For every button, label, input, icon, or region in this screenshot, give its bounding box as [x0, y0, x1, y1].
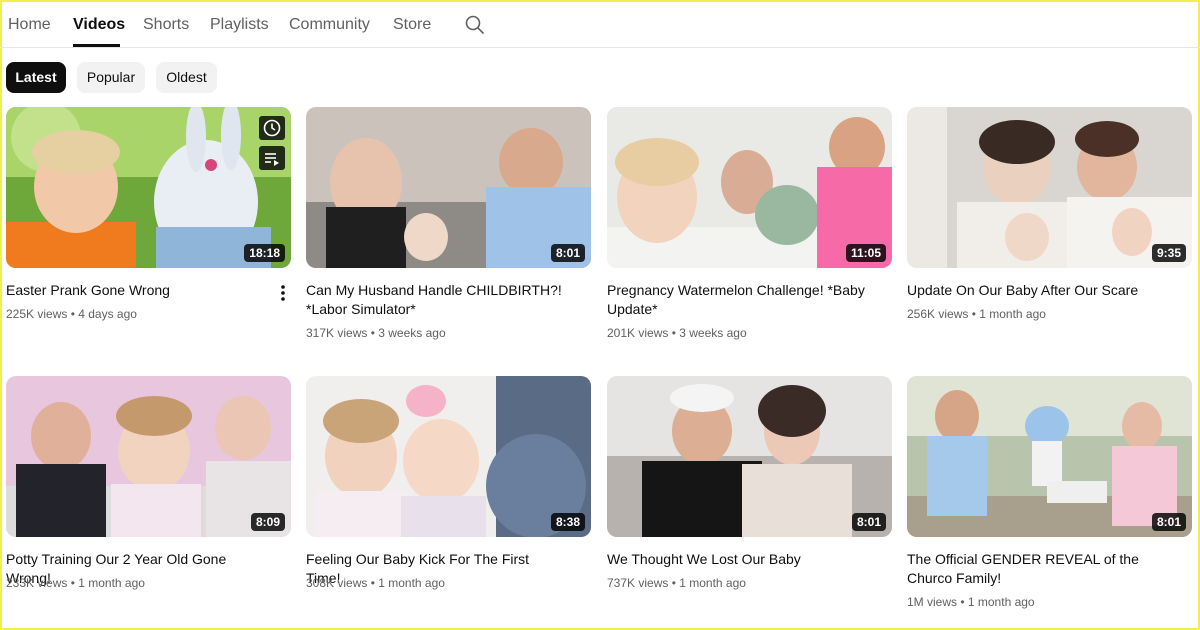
- tab-home[interactable]: Home: [8, 15, 51, 35]
- thumbnail-image: [306, 376, 591, 537]
- video-thumbnail[interactable]: 8:38: [306, 376, 591, 537]
- video-duration: 8:01: [1151, 513, 1186, 531]
- video-thumbnail[interactable]: 8:01: [907, 376, 1192, 537]
- video-duration: 9:35: [1151, 244, 1186, 262]
- queue-icon: [265, 153, 279, 166]
- thumbnail-image: [907, 107, 1192, 268]
- clock-icon: [263, 119, 281, 137]
- video-card[interactable]: 8:09 Potty Training Our 2 Year Old Gone …: [6, 376, 291, 590]
- video-card[interactable]: 18:18 Easter Prank Gone Wrong 225K views…: [6, 107, 291, 321]
- video-title[interactable]: We Thought We Lost Our Baby: [607, 550, 865, 569]
- tab-store[interactable]: Store: [393, 15, 431, 35]
- video-meta: 233K views • 1 month ago: [6, 576, 145, 590]
- video-card[interactable]: 8:01 The Official GENDER REVEAL of the C…: [907, 376, 1192, 609]
- watch-later-button[interactable]: [259, 116, 285, 140]
- video-thumbnail[interactable]: 8:09: [6, 376, 291, 537]
- video-title[interactable]: Can My Husband Handle CHILDBIRTH?! *Labo…: [306, 281, 564, 319]
- video-title[interactable]: Easter Prank Gone Wrong: [6, 281, 264, 300]
- video-meta: 225K views • 4 days ago: [6, 307, 137, 321]
- chip-popular[interactable]: Popular: [77, 62, 145, 93]
- more-vert-icon: [281, 285, 285, 301]
- add-to-queue-button[interactable]: [259, 146, 285, 170]
- video-thumbnail[interactable]: 11:05: [607, 107, 892, 268]
- more-actions-button[interactable]: [276, 283, 290, 303]
- video-thumbnail[interactable]: 8:01: [607, 376, 892, 537]
- video-thumbnail[interactable]: 8:01: [306, 107, 591, 268]
- video-title[interactable]: Update On Our Baby After Our Scare: [907, 281, 1165, 300]
- video-duration: 18:18: [244, 244, 285, 262]
- tab-shorts[interactable]: Shorts: [143, 15, 189, 35]
- video-duration: 8:01: [550, 244, 585, 262]
- video-title[interactable]: Pregnancy Watermelon Challenge! *Baby Up…: [607, 281, 865, 319]
- thumbnail-image: [607, 376, 892, 537]
- search-button[interactable]: [464, 14, 486, 36]
- video-meta: 256K views • 1 month ago: [907, 307, 1046, 321]
- video-duration: 8:09: [250, 513, 285, 531]
- search-icon: [465, 15, 485, 35]
- tab-community[interactable]: Community: [289, 15, 370, 35]
- channel-tabs: Home Videos Shorts Playlists Community S…: [0, 0, 1200, 48]
- video-thumbnail[interactable]: 9:35: [907, 107, 1192, 268]
- tab-playlists[interactable]: Playlists: [210, 15, 269, 35]
- video-card[interactable]: 11:05 Pregnancy Watermelon Challenge! *B…: [607, 107, 892, 340]
- video-duration: 8:38: [550, 513, 585, 531]
- video-card[interactable]: 8:01 Can My Husband Handle CHILDBIRTH?! …: [306, 107, 591, 340]
- video-thumbnail[interactable]: 18:18: [6, 107, 291, 268]
- video-title[interactable]: The Official GENDER REVEAL of the Churco…: [907, 550, 1165, 588]
- chip-oldest[interactable]: Oldest: [156, 62, 217, 93]
- video-card[interactable]: 9:35 Update On Our Baby After Our Scare …: [907, 107, 1192, 321]
- video-meta: 1M views • 1 month ago: [907, 595, 1035, 609]
- video-duration: 8:01: [851, 513, 886, 531]
- thumbnail-image: [306, 107, 591, 268]
- thumbnail-image: [6, 376, 291, 537]
- video-meta: 737K views • 1 month ago: [607, 576, 746, 590]
- tab-videos[interactable]: Videos: [73, 15, 125, 35]
- video-card[interactable]: 8:01 We Thought We Lost Our Baby 737K vi…: [607, 376, 892, 590]
- video-meta: 317K views • 3 weeks ago: [306, 326, 446, 340]
- video-meta: 308K views • 1 month ago: [306, 576, 445, 590]
- chip-latest[interactable]: Latest: [6, 62, 66, 93]
- active-tab-indicator: [73, 44, 120, 47]
- video-duration: 11:05: [845, 244, 886, 262]
- thumbnail-image: [907, 376, 1192, 537]
- video-meta: 201K views • 3 weeks ago: [607, 326, 747, 340]
- video-card[interactable]: 8:38 Feeling Our Baby Kick For The First…: [306, 376, 591, 590]
